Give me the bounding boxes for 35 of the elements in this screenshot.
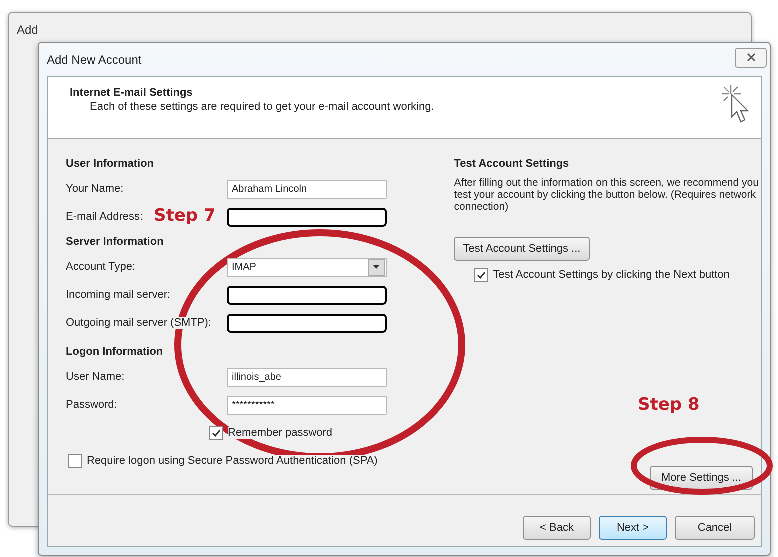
footer-button[interactable]: < Back [523, 516, 591, 540]
input-field[interactable] [227, 314, 387, 332]
input-field[interactable] [227, 286, 387, 304]
footer-button[interactable]: Cancel [675, 516, 755, 540]
window-title: Add [17, 23, 38, 37]
test-settings-button[interactable]: Test Account Settings ... [454, 237, 590, 261]
checkbox[interactable] [474, 268, 488, 282]
field-label: User Name: [66, 371, 125, 383]
instruction-text: After filling out the information on this screen, we recommend you test your account by clicking the button below. (Requires network connection) [454, 177, 760, 213]
checkbox-label: Require logon using Secure Password Authentication (SPA) [87, 455, 378, 467]
header-title: Internet E-mail Settings [70, 87, 194, 99]
checkbox[interactable] [209, 426, 223, 440]
checkbox[interactable] [68, 454, 82, 468]
checkmark-icon [476, 270, 486, 280]
checkbox-label: Test Account Settings by clicking the Next button [493, 269, 730, 281]
field-label: Password: [66, 399, 118, 411]
field-label: E-mail Address: [66, 211, 144, 223]
field-label: Outgoing mail server (SMTP): [66, 317, 212, 329]
field-label: Incoming mail server: [66, 289, 171, 301]
dropdown[interactable]: IMAP [227, 258, 387, 276]
checkbox-label: Remember password [228, 427, 333, 439]
field-label: Your Name: [66, 183, 124, 195]
close-icon [746, 53, 756, 62]
input-field[interactable] [227, 208, 387, 226]
text-field[interactable]: illinois_abe [227, 368, 387, 386]
footer-button[interactable]: Next > [599, 516, 667, 540]
text-field[interactable]: Abraham Lincoln [227, 180, 387, 198]
close-button[interactable] [735, 48, 767, 68]
window-title: Add New Account [47, 52, 142, 66]
field-label: Account Type: [66, 261, 136, 273]
text-field[interactable]: *********** [227, 396, 387, 414]
step-label: Step 8 [638, 397, 700, 414]
checkmark-icon [212, 428, 220, 438]
header-subtitle: Each of these settings are required to get your e-mail account working. [89, 101, 434, 113]
step-label: Step 7 [154, 208, 216, 225]
